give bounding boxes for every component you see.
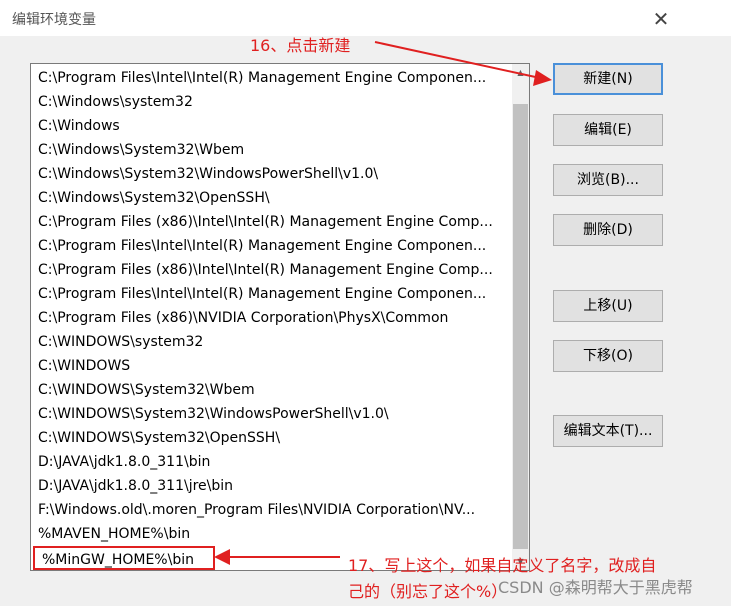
annotation-arrows: [214, 41, 552, 565]
watermark: CSDN @森明帮大于黑虎帮: [498, 578, 693, 597]
edit-env-variable-dialog: 编辑环境变量 ✕ C:\Program Files\Intel\Intel(R)…: [0, 0, 731, 606]
arrowhead-icon: [533, 70, 552, 86]
annotation-step17-line2: 己的（别忘了这个%）: [348, 582, 508, 601]
arrow-to-new-button: [374, 41, 541, 79]
annotation-step16: 16、点击新建: [250, 36, 351, 55]
annotation-step17-line1: 17、写上这个，如果自定义了名字，改成自: [348, 556, 657, 575]
arrowhead-icon: [214, 549, 230, 565]
